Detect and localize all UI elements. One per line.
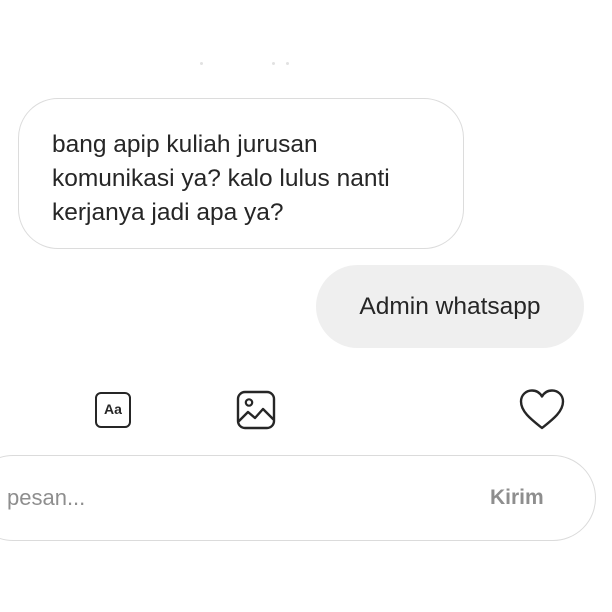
message-line: bang apip kuliah jurusan [52, 131, 318, 158]
outgoing-message-text: Admin whatsapp [359, 293, 541, 320]
image-icon[interactable] [236, 390, 276, 430]
chat-screen: bang apip kuliah jurusan komunikasi ya? … [0, 0, 612, 612]
message-line: komunikasi ya? kalo lulus nanti [52, 165, 390, 192]
heart-icon[interactable] [518, 387, 566, 433]
outgoing-message-bubble: Admin whatsapp [316, 265, 584, 348]
message-line: kerjanya jadi apa ya? [52, 199, 284, 226]
incoming-message-bubble: bang apip kuliah jurusan komunikasi ya? … [18, 98, 464, 249]
text-style-icon[interactable]: Aa [95, 392, 131, 428]
send-button[interactable]: Kirim [490, 456, 544, 539]
message-input[interactable]: pesan... [7, 456, 85, 539]
header-remnant [198, 60, 298, 66]
message-composer: pesan... Kirim [0, 455, 596, 541]
